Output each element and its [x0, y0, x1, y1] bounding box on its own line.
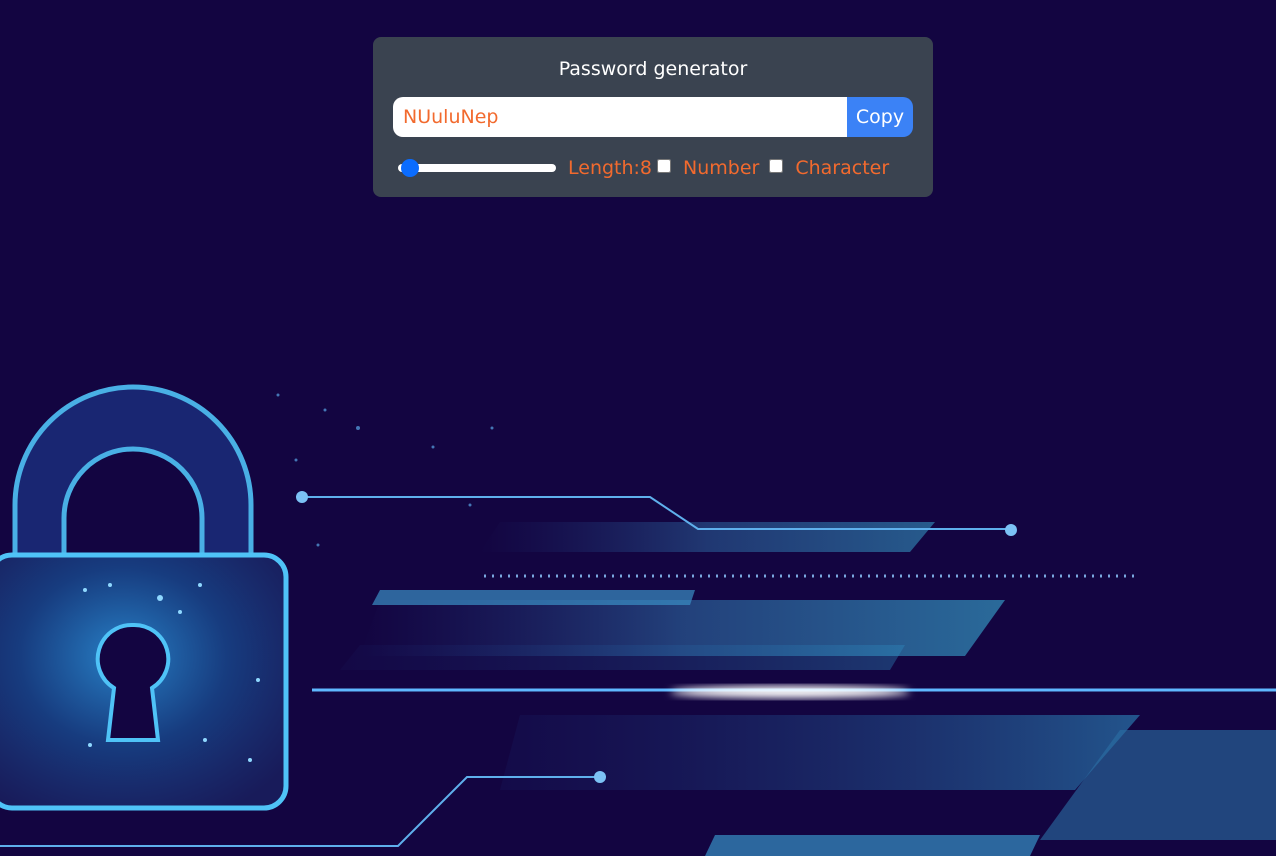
- password-input-row: Copy: [393, 97, 913, 137]
- character-checkbox[interactable]: [769, 159, 784, 173]
- page: Password generator Copy Length:8 Number …: [0, 0, 1276, 856]
- password-generator-card: Password generator Copy Length:8 Number …: [373, 37, 933, 197]
- copy-button[interactable]: Copy: [847, 97, 913, 137]
- password-field[interactable]: [393, 97, 847, 137]
- character-label: Character: [795, 157, 890, 179]
- number-checkbox[interactable]: [657, 159, 672, 173]
- padlock-icon: [0, 384, 289, 811]
- options-row: Length:8 Number Character: [398, 155, 889, 181]
- number-label: Number: [683, 157, 760, 179]
- app-title: Password generator: [558, 58, 748, 80]
- length-slider[interactable]: [398, 164, 556, 172]
- length-label: Length:8: [568, 157, 653, 179]
